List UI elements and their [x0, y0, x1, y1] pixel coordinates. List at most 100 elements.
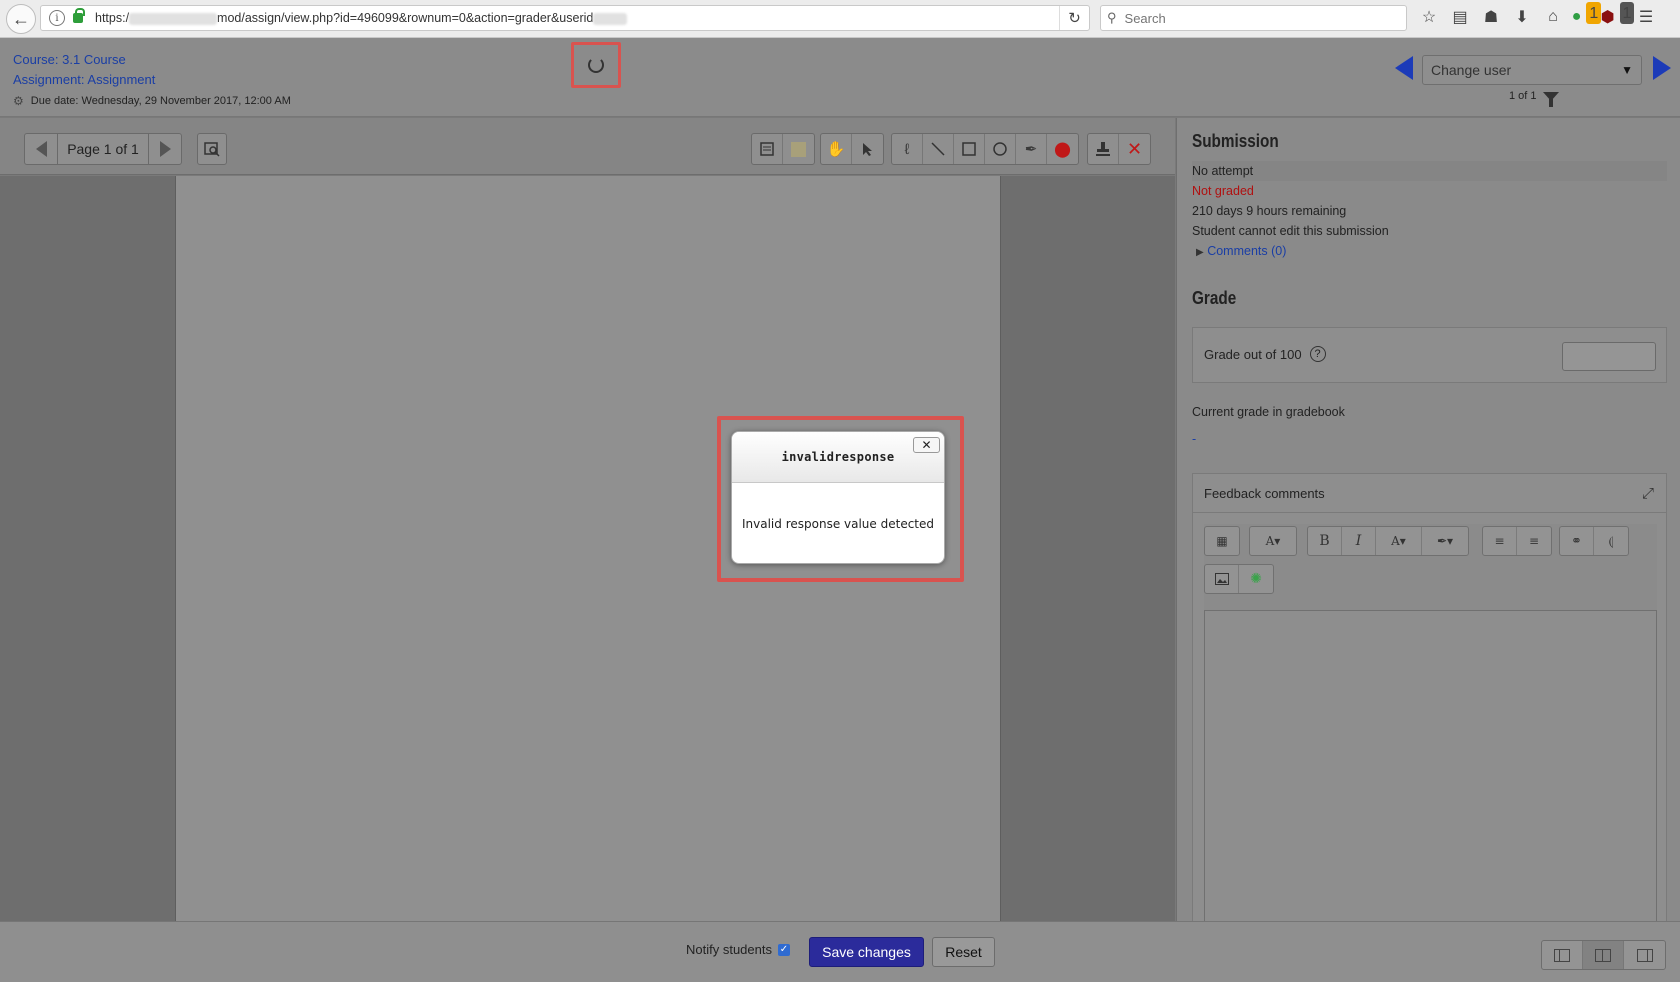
pager-text: 1 of 1	[1509, 90, 1537, 102]
pdf-viewer[interactable]	[0, 176, 1175, 921]
ublock-icon[interactable]: ⬢ 1	[1601, 2, 1635, 28]
link-button[interactable]: ⚭	[1560, 527, 1594, 555]
help-icon[interactable]: ?	[1309, 346, 1326, 362]
oval-icon	[993, 142, 1007, 156]
reset-button[interactable]: Reset	[932, 937, 995, 967]
background-color-button[interactable]: ✒▾	[1422, 527, 1468, 555]
save-changes-button[interactable]: Save changes	[809, 937, 924, 967]
change-user-select[interactable]: Change user ▼	[1422, 55, 1642, 85]
grading-panel: Submission No attempt Not graded 210 day…	[1176, 118, 1680, 921]
layout-split-icon	[1595, 948, 1611, 962]
address-bar[interactable]: i https:/mod/assign/view.php?id=496099&r…	[40, 5, 1090, 31]
change-user-label: Change user	[1431, 62, 1512, 78]
grade-heading: Grade	[1192, 288, 1237, 308]
previous-user-arrow-icon[interactable]	[1395, 56, 1413, 80]
feedback-editor-textarea[interactable]	[1204, 610, 1657, 921]
default-layout-button[interactable]	[1583, 941, 1624, 969]
bold-button[interactable]: B	[1308, 527, 1342, 555]
filter-icon[interactable]	[1542, 91, 1559, 107]
italic-button[interactable]: I	[1342, 527, 1376, 555]
grade-box: Grade out of 100 ?	[1192, 327, 1667, 383]
search-icon: ⚲	[1107, 10, 1117, 25]
rectangle-tool-button[interactable]	[954, 134, 985, 164]
due-date-text: Due date: Wednesday, 29 November 2017, 1…	[30, 95, 291, 107]
notify-students-checkbox[interactable]: ✓	[778, 943, 790, 956]
select-tool-button[interactable]	[852, 134, 883, 164]
oval-tool-button[interactable]	[985, 134, 1016, 164]
pocket-icon[interactable]: ☗	[1480, 6, 1502, 28]
ublock-badge: 1	[1619, 2, 1635, 24]
layout-right-icon	[1636, 948, 1653, 962]
reading-list-icon[interactable]: ▤	[1449, 6, 1471, 28]
brush-icon: ✒▾	[1436, 534, 1454, 548]
font-color-button[interactable]: A▾	[1376, 527, 1422, 555]
paragraph-style-button[interactable]: A▾	[1250, 527, 1296, 555]
yellow-swatch-icon	[791, 141, 806, 157]
feedback-comments-box: Feedback comments ⤢ ▦ A▾ B I A▾ ✒▾ ≡ ≡ ⚭…	[1192, 473, 1667, 921]
pointer-icon	[862, 142, 872, 156]
insert-image-button[interactable]	[1205, 565, 1239, 593]
font-color-icon: A▾	[1391, 534, 1406, 548]
grade-input[interactable]	[1562, 342, 1656, 371]
numbered-list-icon: ≡	[1528, 534, 1540, 548]
annotation-color-button[interactable]: ⬤	[1047, 134, 1078, 164]
comment-icon	[760, 142, 774, 156]
back-arrow-icon[interactable]: ←	[6, 4, 36, 34]
download-icon[interactable]: ⬇	[1511, 6, 1533, 28]
menu-icon[interactable]: ☰	[1635, 6, 1657, 28]
current-grade-value[interactable]: -	[1192, 432, 1196, 446]
stamp-icon	[1096, 142, 1110, 156]
page-select[interactable]: Page 1 of 1	[57, 134, 149, 164]
collapse-review-panel-button[interactable]	[1542, 941, 1583, 969]
search-comments-button[interactable]	[197, 133, 227, 165]
collapse-grade-panel-button[interactable]	[1624, 941, 1665, 969]
pen-tool-button[interactable]: ℓ	[892, 134, 923, 164]
comments-link[interactable]: Comments (0)	[1207, 244, 1286, 258]
line-icon	[931, 142, 945, 156]
toolbar-group-format: B I A▾ ✒▾	[1307, 526, 1469, 556]
fullscreen-expand-icon[interactable]: ⤢	[1642, 485, 1654, 502]
extension-green-icon[interactable]: ● 1	[1572, 2, 1602, 28]
reload-icon[interactable]: ↻	[1059, 6, 1089, 30]
next-page-button[interactable]	[149, 134, 181, 164]
delete-annotations-button[interactable]: ✕	[1119, 134, 1150, 164]
comment-color-button[interactable]	[783, 134, 814, 164]
lock-icon	[73, 8, 85, 23]
pan-tool-button[interactable]: ✋	[821, 134, 852, 164]
loading-spinner-icon	[588, 57, 604, 73]
line-tool-button[interactable]	[923, 134, 954, 164]
layout-left-icon	[1554, 948, 1570, 962]
unlink-button[interactable]: ⦇	[1594, 527, 1628, 555]
dialog-close-button[interactable]: ✕	[913, 437, 940, 453]
comments-toggle[interactable]: ▶ Comments (0)	[1196, 244, 1286, 258]
info-icon[interactable]: i	[49, 10, 65, 26]
comment-tool-button[interactable]	[752, 134, 783, 164]
insert-media-button[interactable]: ✺	[1239, 565, 1273, 593]
unordered-list-button[interactable]: ≡	[1483, 527, 1517, 555]
toolbar-group-collapse: ▦	[1204, 526, 1240, 556]
grade-label-wrap: Grade out of 100 ?	[1204, 346, 1326, 362]
left-triangle-icon	[35, 141, 47, 157]
stamp-tool-button[interactable]	[1088, 134, 1119, 164]
browser-search-box[interactable]: ⚲	[1100, 5, 1407, 31]
previous-page-button[interactable]	[25, 134, 57, 164]
search-comments-icon	[204, 142, 220, 157]
grading-status: Not graded	[1192, 184, 1254, 198]
unlink-icon: ⦇	[1608, 533, 1614, 549]
user-pager: 1 of 1	[1509, 90, 1559, 107]
browser-search-input[interactable]	[1124, 10, 1385, 26]
home-icon[interactable]: ⌂	[1542, 6, 1564, 28]
toolbar-group-media: ✺	[1204, 564, 1274, 594]
highlight-tool-button[interactable]: ✒	[1016, 134, 1047, 164]
hand-icon: ✋	[826, 141, 846, 158]
keyboard-icon: ▦	[1216, 534, 1228, 548]
assignment-link[interactable]: Assignment: Assignment	[13, 72, 155, 87]
notify-students-option[interactable]: Notify students ✓	[686, 942, 790, 957]
next-user-arrow-icon[interactable]	[1653, 56, 1671, 80]
ordered-list-button[interactable]: ≡	[1517, 527, 1551, 555]
due-date: ⚙ Due date: Wednesday, 29 November 2017,…	[13, 94, 291, 108]
course-link[interactable]: Course: 3.1 Course	[13, 52, 126, 67]
navigation-tools: ✋	[820, 133, 884, 165]
bookmark-star-icon[interactable]: ☆	[1418, 6, 1440, 28]
show-more-buttons[interactable]: ▦	[1205, 527, 1239, 555]
